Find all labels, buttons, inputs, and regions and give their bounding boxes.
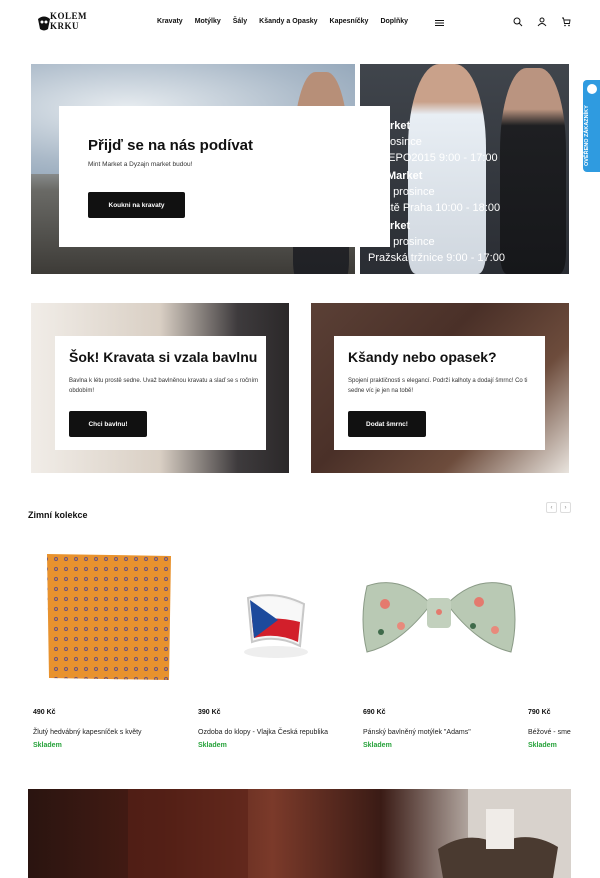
main-nav: Kravaty Motýlky Šály Kšandy a Opasky Kap… xyxy=(157,18,420,25)
product-image[interactable] xyxy=(31,534,187,694)
product-card[interactable]: 790 Kč Béžové - sme Skladem xyxy=(526,534,600,764)
hamburger-menu-icon[interactable] xyxy=(435,19,444,27)
cart-icon[interactable] xyxy=(561,17,571,27)
carousel-prev-button[interactable]: ‹ xyxy=(546,502,557,513)
hero-subtitle: Mint Market a Dyzajn market budou! xyxy=(88,161,193,168)
product-image[interactable] xyxy=(196,534,352,694)
hero-card: Přijď se na nás podívat Mint Market a Dy… xyxy=(59,106,390,247)
promo-suspenders: Kšandy nebo opasek? Spojení praktičnosti… xyxy=(311,303,569,473)
product-price: 690 Kč xyxy=(363,709,386,716)
carousel-controls: ‹ › xyxy=(546,502,571,513)
promo-text: Spojení praktičnosti s elegancí. Podrží … xyxy=(348,378,528,394)
product-stock: Skladem xyxy=(363,742,392,749)
header-icons xyxy=(513,17,571,27)
banner-photo xyxy=(128,789,571,878)
promo-title: Kšandy nebo opasek? xyxy=(348,349,497,365)
site-header: KOLEM KRKU Kravaty Motýlky Šály Kšandy a… xyxy=(0,0,600,48)
user-icon[interactable] xyxy=(537,17,547,27)
collection-title: Zimní kolekce xyxy=(28,510,88,520)
pocket-square-image xyxy=(47,554,171,680)
nav-item-doplnky[interactable]: Doplňky xyxy=(380,18,408,25)
nav-item-saly[interactable]: Šály xyxy=(233,18,247,25)
promo-cotton: Šok! Kravata si vzala bavlnu Bavlna k lé… xyxy=(31,303,289,473)
nav-item-ksandy[interactable]: Kšandy a Opasky xyxy=(259,18,317,25)
carousel-next-button[interactable]: › xyxy=(560,502,571,513)
bottom-banner xyxy=(28,789,571,878)
product-price: 790 Kč xyxy=(528,709,551,716)
logo[interactable]: KOLEM KRKU xyxy=(36,11,88,35)
product-name[interactable]: Ozdoba do klopy - Vlajka Česká republika xyxy=(198,729,328,736)
product-name[interactable]: Žlutý hedvábný kapesníček s květy xyxy=(33,729,142,736)
product-stock: Skladem xyxy=(198,742,227,749)
product-stock: Skladem xyxy=(528,742,557,749)
verified-badge-label: OVĚŘENO ZÁKAZNÍKY xyxy=(584,105,590,166)
promo-text: Bavlna k létu prostě sedne. Uvaž bavlněn… xyxy=(69,378,259,394)
promo-title: Šok! Kravata si vzala bavlnu xyxy=(69,349,258,365)
nav-item-kapesnicky[interactable]: Kapesníčky xyxy=(330,18,369,25)
hero-cta-button[interactable]: Koukni na kravaty xyxy=(88,192,185,218)
product-name[interactable]: Pánský bavlněný motýlek "Adams" xyxy=(363,729,471,736)
hero-title: Přijď se na nás podívat xyxy=(88,137,253,154)
product-stock: Skladem xyxy=(33,742,62,749)
promo-button[interactable]: Chci bavlnu! xyxy=(69,411,147,437)
flag-pin-image xyxy=(244,594,308,658)
bow-tie-image xyxy=(362,582,516,653)
product-price: 390 Kč xyxy=(198,709,221,716)
logo-text: KOLEM KRKU xyxy=(50,11,88,31)
promo-card: Kšandy nebo opasek? Spojení praktičnosti… xyxy=(334,336,545,450)
nav-item-kravaty[interactable]: Kravaty xyxy=(157,18,183,25)
product-name[interactable]: Béžové - sme xyxy=(528,729,571,736)
product-price: 490 Kč xyxy=(33,709,56,716)
hero-person xyxy=(500,68,566,274)
promo-button[interactable]: Dodat šmrnc! xyxy=(348,411,426,437)
shield-icon xyxy=(587,84,597,94)
event-line: Pražská tržnice 9:00 - 17:00 xyxy=(368,252,505,264)
promo-card: Šok! Kravata si vzala bavlnu Bavlna k lé… xyxy=(55,336,266,450)
verified-badge[interactable]: OVĚŘENO ZÁKAZNÍKY xyxy=(583,80,600,172)
nav-item-motylky[interactable]: Motýlky xyxy=(195,18,221,25)
product-image[interactable] xyxy=(361,534,517,694)
search-icon[interactable] xyxy=(513,17,523,27)
